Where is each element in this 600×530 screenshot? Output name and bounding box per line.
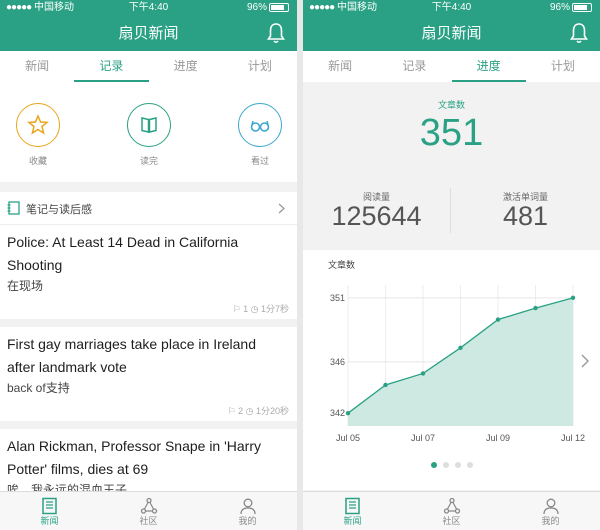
x-tick-label: Jul 09: [486, 433, 510, 443]
status-bar: ●●●●● 中国移动 下午4:40 96%: [303, 0, 600, 16]
app-title: 扇贝新闻: [118, 25, 179, 42]
profile-icon: [542, 498, 559, 515]
tab-news[interactable]: 新闻: [0, 51, 74, 82]
data-point: [495, 317, 501, 322]
star-icon: [16, 103, 60, 147]
article-title: First gay marriages take place in Irelan…: [7, 336, 256, 375]
tab-records[interactable]: 记录: [377, 51, 451, 82]
community-icon: [443, 497, 460, 514]
viewed-label: 看过: [250, 156, 269, 166]
article-title: Police: At Least 14 Dead in California S…: [7, 234, 239, 273]
page-indicator: [303, 455, 600, 473]
news-icon: [41, 497, 57, 515]
x-tick-label: Jul 07: [411, 433, 435, 443]
app-header: 扇贝新闻: [0, 16, 297, 51]
read-value: 125644: [331, 201, 422, 231]
article-meta: ⚐ 2 ◷ 1分20秒: [227, 406, 289, 416]
y-tick-label: 342: [330, 408, 345, 418]
y-tick-label: 346: [330, 357, 345, 367]
x-tick-label: Jul 12: [561, 433, 585, 443]
battery-indicator: 96%: [550, 0, 592, 16]
tab-records[interactable]: 记录: [74, 51, 149, 82]
bell-icon[interactable]: [569, 22, 589, 44]
article-title: Alan Rickman, Professor Snape in 'Harry …: [7, 438, 261, 477]
nav-profile[interactable]: 我的: [198, 492, 297, 530]
nav-profile[interactable]: 我的: [501, 492, 600, 530]
profile-icon: [239, 498, 256, 515]
nav-news-label: 新闻: [343, 516, 362, 526]
tab-progress[interactable]: 进度: [451, 51, 527, 82]
records-panel: 收藏 读完 看过: [0, 82, 297, 182]
status-bar: ●●●●● 中国移动 下午4:40 96%: [0, 0, 297, 16]
finished-button[interactable]: 读完: [119, 103, 179, 167]
favorites-label: 收藏: [28, 156, 47, 166]
app-title: 扇贝新闻: [421, 25, 482, 42]
left-screen: ●●●●● 中国移动 下午4:40 96% 扇贝新闻 新闻 记录 进度 计划 收…: [0, 0, 297, 530]
top-tabs: 新闻 记录 进度 计划: [303, 51, 600, 83]
page-dot[interactable]: [454, 462, 461, 468]
clock-icon: ◷: [250, 304, 259, 314]
article-meta: ⚐ 1 ◷ 1分7秒: [232, 304, 289, 314]
nav-community[interactable]: 社区: [402, 492, 501, 530]
x-tick-label: Jul 05: [336, 433, 360, 443]
tab-news[interactable]: 新闻: [303, 51, 377, 82]
nav-news-label: 新闻: [40, 516, 59, 526]
tab-plan[interactable]: 计划: [223, 51, 297, 82]
bottom-nav: 新闻 社区 我的: [303, 491, 600, 530]
article-card[interactable]: Alan Rickman, Professor Snape in 'Harry …: [0, 429, 297, 497]
notes-header-label: 笔记与读后感: [26, 204, 92, 216]
data-point: [533, 305, 538, 311]
news-icon: [344, 497, 360, 515]
bell-icon[interactable]: [266, 22, 286, 44]
data-point: [383, 382, 388, 388]
right-screen: ●●●●● 中国移动 下午4:40 96% 扇贝新闻 新闻 记录 进度 计划 文…: [303, 0, 600, 530]
community-icon: [140, 497, 157, 514]
vocab-value: 481: [502, 201, 549, 231]
top-tabs: 新闻 记录 进度 计划: [0, 51, 297, 83]
article-card[interactable]: First gay marriages take place in Irelan…: [0, 327, 297, 421]
data-point: [570, 295, 576, 301]
chevron-right-icon: [278, 203, 285, 214]
nav-news[interactable]: 新闻: [0, 492, 99, 530]
chevron-right-icon[interactable]: [580, 354, 590, 368]
page-dot[interactable]: [466, 462, 473, 468]
article-note: 在现场: [7, 279, 44, 293]
viewed-button[interactable]: 看过: [230, 103, 290, 167]
page-dot[interactable]: [430, 462, 437, 468]
nav-profile-label: 我的: [238, 516, 257, 526]
notes-header[interactable]: 笔记与读后感: [0, 192, 297, 225]
nav-profile-label: 我的: [541, 516, 560, 526]
page-dot[interactable]: [442, 462, 449, 468]
flag-icon: ⚐: [227, 406, 236, 416]
article-card[interactable]: Police: At Least 14 Dead in California S…: [0, 225, 297, 319]
tab-progress[interactable]: 进度: [149, 51, 223, 82]
nav-community-label: 社区: [139, 516, 158, 526]
y-tick-label: 351: [330, 293, 345, 303]
favorites-button[interactable]: 收藏: [8, 103, 68, 167]
articles-count: 351: [419, 112, 484, 154]
nav-news[interactable]: 新闻: [303, 492, 402, 530]
flag-icon: ⚐: [232, 304, 241, 314]
chart-panel: 文章数 342 346 351 Jul 05 Jul 07 Jul 09 Jul 12: [303, 250, 600, 490]
article-note: back of支持: [7, 381, 70, 395]
data-point: [458, 345, 463, 351]
app-header: 扇贝新闻: [303, 16, 600, 51]
nav-community-label: 社区: [442, 516, 461, 526]
stats-panel: 文章数 351 阅读量 125644 激活单词量 481: [303, 82, 600, 250]
notebook-icon: [7, 201, 20, 215]
finished-label: 读完: [139, 156, 158, 166]
clock-icon: ◷: [245, 406, 254, 416]
articles-label: 文章数: [437, 100, 465, 110]
nav-community[interactable]: 社区: [99, 492, 198, 530]
tab-plan[interactable]: 计划: [526, 51, 600, 82]
articles-chart: 342 346 351 Jul 05 Jul 07 Jul 09 Jul 12: [330, 285, 585, 443]
bottom-nav: 新闻 社区 我的: [0, 491, 297, 530]
glasses-icon: [238, 103, 282, 147]
book-icon: [127, 103, 171, 147]
battery-indicator: 96%: [247, 0, 289, 16]
data-point: [420, 371, 426, 376]
data-point: [345, 410, 351, 416]
